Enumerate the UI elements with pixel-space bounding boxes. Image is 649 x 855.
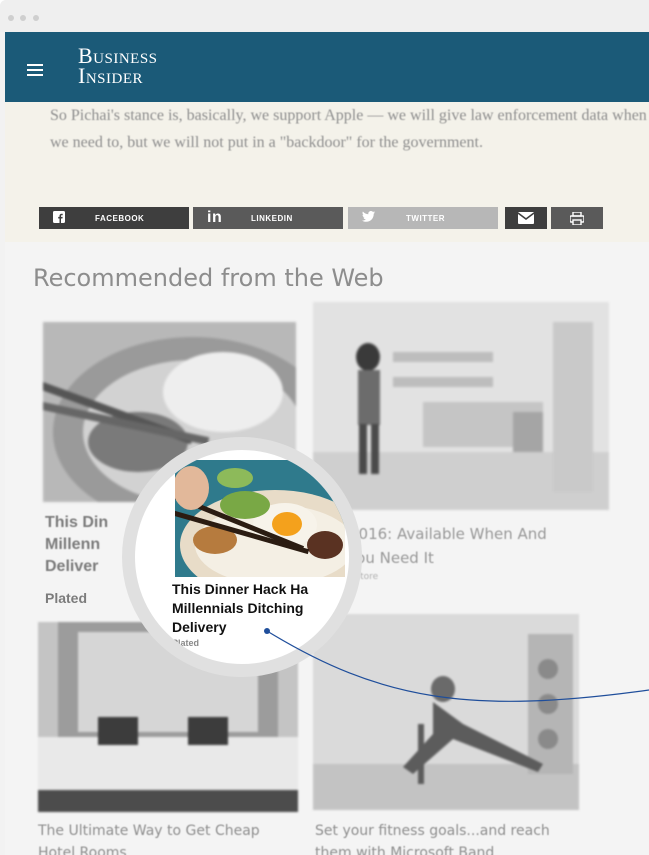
card-1-title-line: Millenn — [45, 536, 101, 553]
envelope-icon — [517, 212, 535, 227]
share-facebook-button[interactable]: FACEBOOK — [39, 207, 189, 229]
card-3-title-line: Hotel Rooms — [38, 845, 127, 855]
facebook-icon — [53, 211, 65, 226]
zoom-title-line: Delivery — [172, 619, 227, 635]
twitter-icon — [362, 211, 375, 225]
printer-icon — [569, 211, 585, 228]
browser-window: Business Insider So Pichai's stance is, … — [0, 0, 649, 855]
linkedin-label: LINKEDIN — [251, 214, 293, 223]
card-1-title[interactable]: This Din Millenn Deliver — [45, 512, 125, 578]
card-3-title-line: The Ultimate Way to Get Cheap — [38, 823, 260, 839]
card-2-title[interactable]: e 2016: Available When And e You Need It — [335, 522, 625, 570]
window-dot-icon[interactable] — [20, 15, 26, 21]
article-paragraph: So Pichai's stance is, basically, we sup… — [50, 107, 647, 151]
card-1-source: Plated — [45, 590, 88, 606]
card-2-title-line: e You Need It — [335, 549, 434, 567]
twitter-label: TWITTER — [406, 214, 446, 223]
card-1-title-line: This Din — [45, 514, 109, 531]
site-logo[interactable]: Business Insider — [78, 45, 158, 88]
card-2-image[interactable] — [313, 302, 609, 510]
zoom-title-line: Millennials Ditching — [172, 600, 304, 616]
share-print-button[interactable] — [551, 207, 603, 229]
site-header: Business Insider — [5, 32, 649, 102]
zoom-card-image[interactable] — [175, 460, 345, 577]
share-email-button[interactable] — [505, 207, 547, 229]
card-2-title-line: e 2016: Available When And — [335, 525, 547, 543]
window-dot-icon[interactable] — [33, 15, 39, 21]
hamburger-icon[interactable] — [27, 64, 43, 76]
zoom-title-line: This Dinner Hack Ha — [172, 581, 309, 597]
share-twitter-button[interactable]: TWITTER — [348, 207, 498, 229]
browser-titlebar — [0, 0, 649, 32]
card-4-title[interactable]: Set your fitness goals...and reach them … — [315, 820, 605, 855]
window-dot-icon[interactable] — [8, 15, 14, 21]
recommended-heading: Recommended from the Web — [33, 264, 384, 292]
zoom-card-source: Plated — [172, 638, 200, 648]
card-4-image[interactable] — [313, 614, 579, 810]
linkedin-icon: in — [207, 209, 223, 226]
zoom-card-title[interactable]: This Dinner Hack Ha Millennials Ditching… — [172, 580, 349, 637]
logo-line-2: Insider — [78, 63, 143, 88]
card-4-title-line: Set your fitness goals...and reach — [315, 823, 550, 839]
card-4-title-line: them with Microsoft Band — [315, 845, 495, 855]
share-linkedin-button[interactable]: in LINKEDIN — [193, 207, 343, 229]
card-3-title[interactable]: The Ultimate Way to Get Cheap Hotel Room… — [38, 820, 308, 855]
facebook-label: FACEBOOK — [95, 214, 145, 223]
card-1-title-line: Deliver — [45, 558, 99, 575]
zoom-magnifier: This Dinner Hack Ha Millennials Ditching… — [122, 437, 362, 677]
article-body: So Pichai's stance is, basically, we sup… — [5, 102, 649, 242]
